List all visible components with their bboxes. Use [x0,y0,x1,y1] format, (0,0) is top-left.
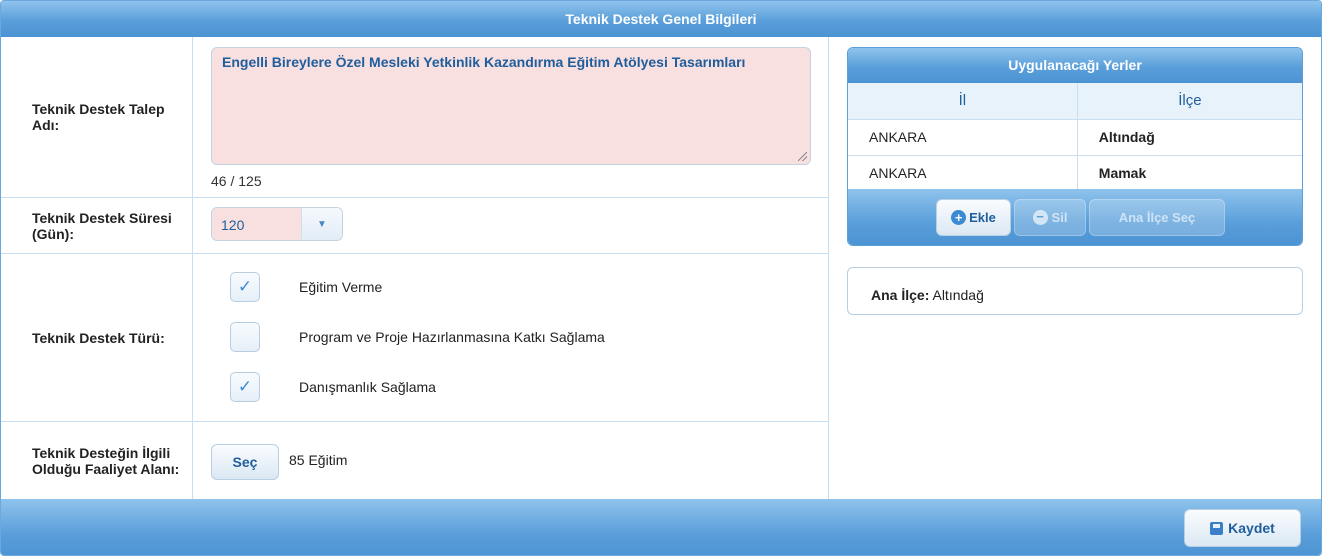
character-counter: 46 / 125 [211,173,262,189]
cell-ilce[interactable]: Altındağ [1076,119,1302,156]
delete-label: Sil [1051,210,1068,225]
main-district-label: Ana İlçe: [871,287,930,303]
type-option-project[interactable]: Program ve Proje Hazırlanmasına Katkı Sa… [230,321,605,353]
checkbox-label: Program ve Proje Hazırlanmasına Katkı Sa… [299,329,605,345]
duration-label: Teknik Destek Süresi (Gün): [1,198,193,253]
cell-il[interactable]: ANKARA [848,155,1078,192]
duration-dropdown[interactable]: 120 ▼ [211,207,343,241]
check-icon: ✓ [237,377,253,396]
cell-ilce[interactable]: Mamak [1076,155,1302,192]
delete-button[interactable]: − Sil [1014,199,1086,236]
activity-area-row: Teknik Desteğin İlgili Olduğu Faaliyet A… [1,422,829,499]
add-label: Ekle [969,210,996,225]
duration-value: 120 [212,208,302,240]
type-option-consulting[interactable]: ✓ Danışmanlık Sağlama [230,371,436,403]
duration-row: Teknik Destek Süresi (Gün): 120 ▼ [1,198,829,254]
request-name-label: Teknik Destek Talep Adı: [1,37,193,197]
add-button[interactable]: + Ekle [936,199,1011,236]
form-area: Teknik Destek Talep Adı: Engelli Bireyle… [1,37,829,499]
main-district-box: Ana İlçe: Altındağ [847,267,1303,315]
resize-handle-icon[interactable] [798,152,807,161]
minus-circle-icon: − [1032,210,1048,225]
column-header-ilce[interactable]: İlçe [1076,83,1302,120]
cell-il[interactable]: ANKARA [848,119,1078,156]
save-label: Kaydet [1228,520,1275,536]
column-header-il[interactable]: İl [848,83,1078,120]
checkbox-label: Eğitim Verme [299,279,383,295]
checkbox-consulting[interactable]: ✓ [230,372,260,402]
checkbox-label: Danışmanlık Sağlama [299,379,436,395]
locations-title: Uygulanacağı Yerler [848,48,1302,83]
type-row: Teknik Destek Türü: ✓ Eğitim Verme Progr… [1,254,829,422]
activity-value: 85 Eğitim [289,452,348,468]
save-button[interactable]: Kaydet [1184,509,1301,547]
request-name-textarea[interactable]: Engelli Bireylere Özel Mesleki Yetkinlik… [211,47,811,165]
general-info-panel: Teknik Destek Genel Bilgileri Teknik Des… [0,0,1322,556]
type-option-training[interactable]: ✓ Eğitim Verme [230,271,382,303]
table-header: İl İlçe [848,83,1302,120]
type-label: Teknik Destek Türü: [1,254,193,421]
locations-table: İl İlçe ANKARA Altındağ ANKARA Mamak [848,83,1302,192]
dropdown-button[interactable]: ▼ [301,208,342,240]
table-row[interactable]: ANKARA Mamak [848,155,1302,192]
request-name-text: Engelli Bireylere Özel Mesleki Yetkinlik… [222,54,746,70]
checkbox-project[interactable] [230,322,260,352]
panel-footer: Kaydet [1,499,1321,555]
main-district-value: Altındağ [932,287,984,303]
table-row[interactable]: ANKARA Altındağ [848,119,1302,156]
select-activity-button[interactable]: Seç [211,444,279,480]
locations-grid: Uygulanacağı Yerler İl İlçe ANKARA Altın… [847,47,1303,246]
check-icon: ✓ [237,277,253,296]
activity-area-label: Teknik Desteğin İlgili Olduğu Faaliyet A… [1,422,193,499]
save-icon [1210,521,1224,535]
plus-circle-icon: + [951,210,967,225]
select-main-district-button[interactable]: Ana İlçe Seç [1089,199,1225,236]
panel-title: Teknik Destek Genel Bilgileri [1,1,1321,37]
checkbox-training[interactable]: ✓ [230,272,260,302]
grid-toolbar: + Ekle − Sil Ana İlçe Seç [848,189,1302,245]
chevron-down-icon: ▼ [317,218,327,230]
request-name-row: Teknik Destek Talep Adı: Engelli Bireyle… [1,37,829,198]
